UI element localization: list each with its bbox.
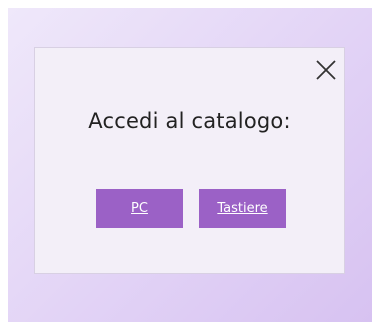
pc-button[interactable]: PC: [96, 189, 183, 228]
tastiere-button[interactable]: Tastiere: [199, 189, 286, 228]
catalog-dialog: Accedi al catalogo: PC Tastiere: [34, 47, 345, 274]
dialog-title: Accedi al catalogo:: [88, 109, 291, 133]
close-icon[interactable]: [315, 59, 337, 81]
